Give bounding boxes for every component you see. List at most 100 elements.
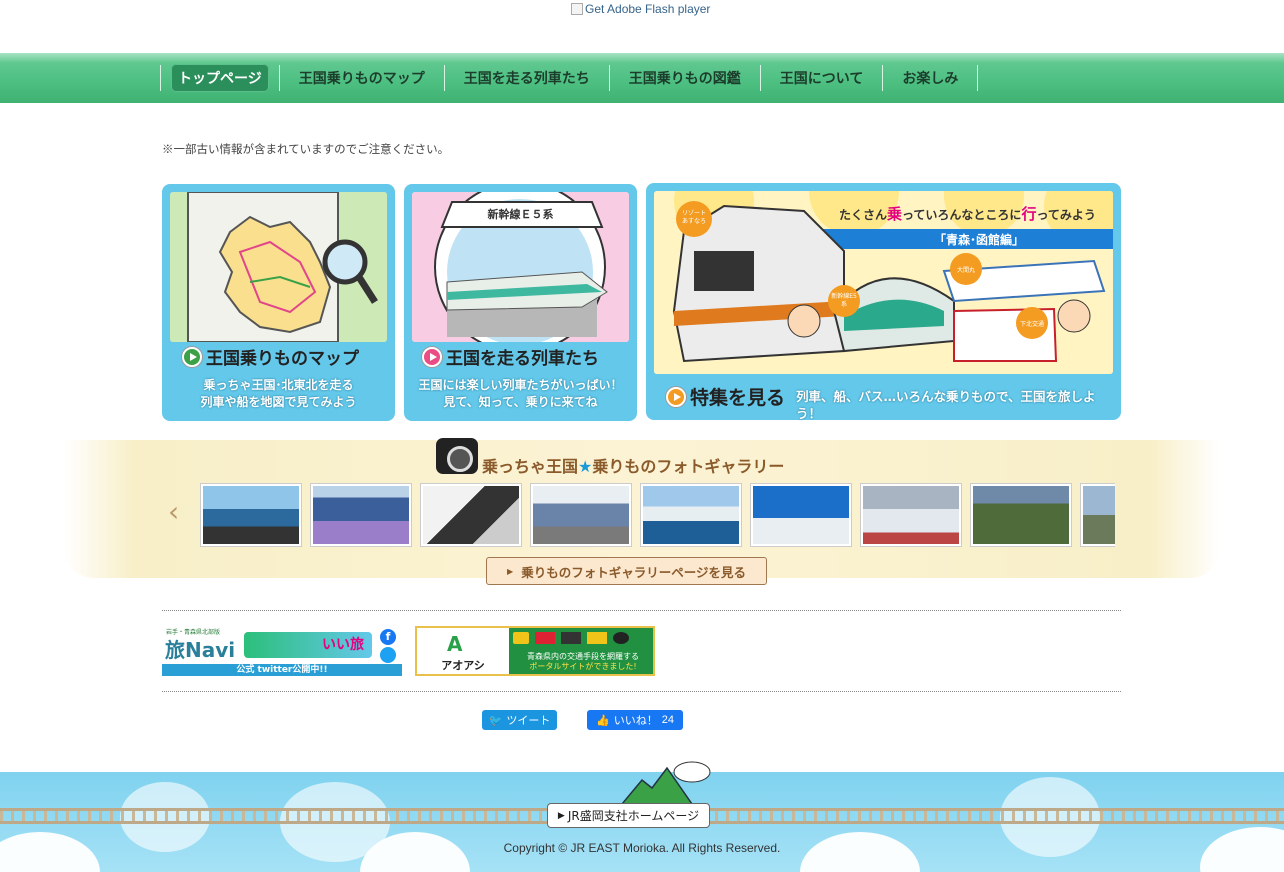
twitter-icon — [380, 647, 396, 663]
nav-item-encyclopedia[interactable]: 王国乗りもの図鑑 — [608, 65, 760, 91]
card-vehicle-map[interactable]: 王国乗りものマップ 乗っちゃ王国･北東北を走る 列車や船を地図で見てみよう — [162, 184, 395, 421]
nav-item-top-label: トップページ — [171, 64, 269, 92]
map-card-title: 王国乗りものマップ — [182, 344, 359, 369]
map-card-desc-line2: 列車や船を地図で見てみよう — [200, 395, 357, 409]
triangle-right-icon: ▶ — [557, 810, 565, 821]
nav-item-map-label: 王国乗りものマップ — [298, 71, 425, 87]
gallery-thumbnail[interactable] — [970, 483, 1072, 547]
nav-item-fun[interactable]: お楽しみ — [882, 65, 979, 91]
feature-illustration: たくさん乗っていろんなところに行ってみよう 「青森･函館編」 リゾートあすなろ … — [654, 191, 1113, 374]
photo-gallery-title: 乗っちゃ王国★乗りものフォトギャラリー — [482, 453, 784, 477]
bus-icon — [535, 632, 555, 644]
badge-bus: 下北交通 — [1019, 321, 1044, 328]
tabi-navi-tag: いい旅 — [244, 632, 372, 658]
trains-card-title: 王国を走る列車たち — [422, 344, 599, 369]
divider — [162, 691, 1121, 692]
facebook-icon: f — [380, 629, 396, 645]
jr-morioka-homepage-label: JR盛岡支社ホームページ — [567, 809, 700, 823]
aoashi-description: 青森県内の交通手段を網羅する ポータルサイトができました! — [513, 652, 653, 672]
tabi-navi-note: 公式 twitter公開中!! — [162, 664, 402, 676]
nav-item-map[interactable]: 王国乗りものマップ — [278, 65, 444, 91]
gallery-thumbnail[interactable] — [860, 483, 962, 547]
tweet-button[interactable]: 🐦 ツイート — [482, 710, 557, 730]
map-card-desc-line1: 乗っちゃ王国･北東北を走る — [203, 378, 354, 392]
trains-card-title-text: 王国を走る列車たち — [446, 349, 599, 369]
play-icon — [666, 386, 686, 407]
old-info-notice: ※一部古い情報が含まれていますのでご注意ください。 — [162, 144, 450, 156]
feature-card-title-text: 特集を見る — [690, 387, 786, 409]
badge-resort: リゾートあすなろ — [681, 210, 706, 225]
car-icon — [561, 632, 581, 644]
aoashi-desc-line1: 青森県内の交通手段を網羅する — [527, 652, 639, 661]
aoashi-logo-area: A アオアシ — [417, 628, 509, 674]
feature-card-title: 特集を見る — [666, 383, 785, 410]
trains-card-desc-line1: 王国には楽しい列車たちがいっぱい！ — [418, 378, 623, 392]
train-icon — [513, 632, 529, 644]
nav-item-trains[interactable]: 王国を走る列車たち — [443, 65, 609, 91]
play-icon — [422, 346, 442, 367]
nav-item-top[interactable]: トップページ — [160, 64, 279, 92]
nav-item-about[interactable]: 王国について — [759, 65, 883, 91]
trains-illustration: 新幹線Ｅ５系 — [412, 192, 629, 342]
gallery-thumbnail[interactable] — [310, 483, 412, 547]
copyright-text: Copyright © JR EAST Morioka. All Rights … — [503, 841, 781, 855]
taxi-icon — [587, 632, 607, 644]
badge-shinkansen: 新幹線E5系 — [831, 293, 857, 308]
tweet-button-label: ツイート — [506, 715, 551, 727]
gallery-thumbnail[interactable] — [640, 483, 742, 547]
feature-headline-mid: っていろんなところに — [902, 208, 1022, 222]
tabi-navi-banner[interactable]: 岩手・青森県北部版 旅Navi いい旅 f 公式 twitter公開中!! — [162, 626, 402, 676]
trains-card-desc-line2: 見て、知って、乗りに来てね — [443, 395, 598, 409]
gallery-thumbnail[interactable] — [1080, 483, 1115, 547]
gallery-thumbnail[interactable] — [420, 483, 522, 547]
aoashi-vehicle-icons — [513, 632, 653, 648]
gallery-thumbnail[interactable] — [530, 483, 632, 547]
mountain-icon — [622, 761, 711, 804]
nav-item-fun-label: お楽しみ — [902, 71, 959, 87]
flash-player-link[interactable]: Get Adobe Flash player — [571, 1, 710, 17]
bicycle-icon — [613, 632, 629, 644]
card-trains[interactable]: 新幹線Ｅ５系 王国を走る列車たち 王国には楽しい列車たちがいっぱい！ 見て、知っ… — [404, 184, 637, 421]
like-count: 24 — [661, 714, 674, 726]
feature-headline-em2: 行 — [1021, 205, 1037, 223]
aoashi-desc-line2: ポータルサイトができました! — [529, 662, 637, 671]
map-card-title-text: 王国乗りものマップ — [206, 349, 359, 369]
map-card-description: 乗っちゃ王国･北東北を走る 列車や船を地図で見てみよう — [162, 377, 395, 411]
aoashi-banner[interactable]: A アオアシ 青森県内の交通手段を網羅する ポータルサイトができました! — [415, 626, 655, 676]
main-navigation-bar: トップページ 王国乗りものマップ 王国を走る列車たち 王国乗りもの図鑑 王国につ… — [0, 53, 1284, 103]
feature-subtitle: 「青森･函館編」 — [934, 233, 1025, 247]
play-icon — [182, 346, 202, 367]
feature-headline-pre: たくさん — [839, 208, 888, 222]
aoashi-logo-icon: A — [447, 632, 463, 656]
feature-headline: たくさん乗っていろんなところに行ってみよう — [839, 203, 1096, 224]
like-button-label: いいね！ — [613, 715, 658, 727]
gallery-title-post: 乗りものフォトギャラリー — [592, 457, 785, 476]
star-icon: ★ — [578, 457, 593, 476]
gallery-thumbnail[interactable] — [750, 483, 852, 547]
feature-card-description: 列車、船、バス…いろんな乗りもので、王国を旅しよう！ — [796, 389, 1096, 421]
photo-gallery-page-button[interactable]: 乗りものフォトギャラリーページを見る — [486, 557, 767, 585]
tabi-navi-brand: 旅Navi — [165, 638, 236, 662]
gallery-thumbnail[interactable] — [200, 483, 302, 547]
broken-image-icon — [571, 3, 583, 15]
main-navigation: トップページ 王国乗りものマップ 王国を走る列車たち 王国乗りもの図鑑 王国につ… — [160, 64, 979, 92]
photo-gallery-page-button-label: 乗りものフォトギャラリーページを見る — [521, 564, 746, 580]
map-illustration — [170, 192, 387, 342]
facebook-like-button[interactable]: 👍 いいね！ 24 — [587, 710, 683, 730]
nav-item-encyclopedia-label: 王国乗りもの図鑑 — [628, 71, 741, 87]
nav-item-trains-label: 王国を走る列車たち — [463, 71, 590, 87]
twitter-bird-icon: 🐦 — [488, 714, 503, 727]
thumbs-up-icon: 👍 — [596, 714, 610, 727]
card-feature[interactable]: たくさん乗っていろんなところに行ってみよう 「青森･函館編」 リゾートあすなろ … — [646, 183, 1121, 421]
nav-item-about-label: 王国について — [779, 71, 864, 87]
aoashi-name: アオアシ — [441, 659, 485, 672]
camera-icon — [436, 438, 478, 474]
gallery-thumbnails — [200, 483, 1115, 547]
gallery-prev-arrow[interactable]: ‹ — [168, 498, 184, 528]
jr-morioka-homepage-link[interactable]: ▶ JR盛岡支社ホームページ — [547, 803, 710, 828]
flash-player-alt-text: Get Adobe Flash player — [585, 2, 711, 16]
divider — [162, 610, 1121, 611]
feature-headline-post: ってみよう — [1036, 208, 1096, 222]
badge-ferry: 大間丸 — [956, 267, 975, 274]
tabi-navi-top: 岩手・青森県北部版 旅Navi いい旅 f — [162, 626, 402, 664]
